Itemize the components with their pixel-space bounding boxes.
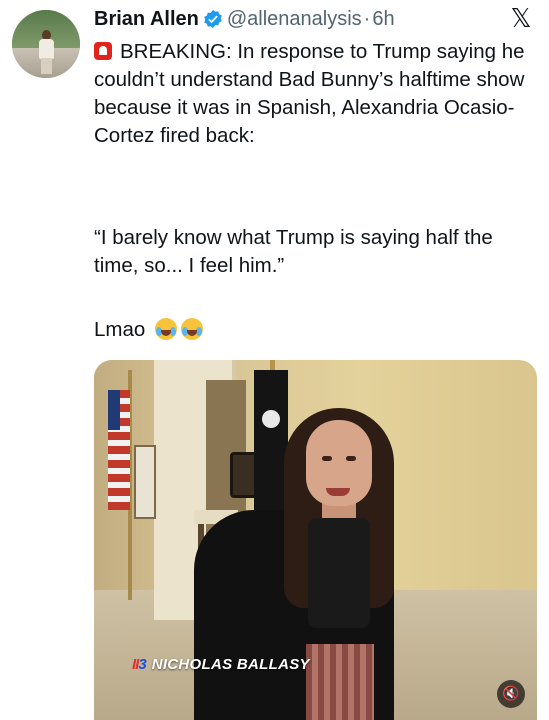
avatar-person-legs: [41, 58, 52, 74]
person-eye-right: [346, 456, 356, 461]
face-with-tears-of-joy-icon: [180, 318, 203, 340]
credit-name: NICHOLAS BALLASY: [151, 656, 310, 673]
x-logo-icon[interactable]: 𝕏: [508, 6, 534, 32]
author-handle[interactable]: @allenanalysis: [227, 8, 362, 31]
police-light-icon: [94, 42, 112, 60]
credit-logo: II3: [132, 656, 147, 673]
black-flag: [254, 370, 288, 510]
tweet-timestamp[interactable]: 6h: [372, 8, 394, 31]
author-avatar[interactable]: [12, 10, 80, 78]
verified-badge-icon: [204, 9, 222, 29]
avatar-person-body: [39, 39, 54, 59]
person-skirt: [306, 644, 374, 720]
volume-muted-icon[interactable]: 🔇: [497, 680, 525, 708]
tweet-video[interactable]: II3 NICHOLAS BALLASY 🔇: [94, 360, 537, 720]
tweet-paragraph-1-text: BREAKING: In response to Trump saying he…: [94, 40, 525, 147]
credit-logo-suffix: 3: [138, 656, 146, 673]
video-credit: II3 NICHOLAS BALLASY: [132, 656, 310, 673]
us-flag: [108, 390, 130, 510]
author-name[interactable]: Brian Allen: [94, 8, 199, 31]
tweet-paragraph-3-text: Lmao: [94, 318, 146, 341]
loudly-crying-face-icon: [154, 318, 177, 340]
tweet-paragraph-1: BREAKING: In response to Trump saying he…: [94, 38, 534, 150]
tweet-paragraph-3: Lmao: [94, 316, 534, 344]
person-top: [308, 518, 370, 628]
header-separator: ·: [363, 7, 371, 30]
tweet-header: Brian Allen @allenanalysis · 6h: [94, 6, 395, 32]
tweet-paragraph-2: “I barely know what Trump is saying half…: [94, 226, 493, 277]
person-eye-left: [322, 456, 332, 461]
wall-plaque-left: [134, 445, 156, 519]
